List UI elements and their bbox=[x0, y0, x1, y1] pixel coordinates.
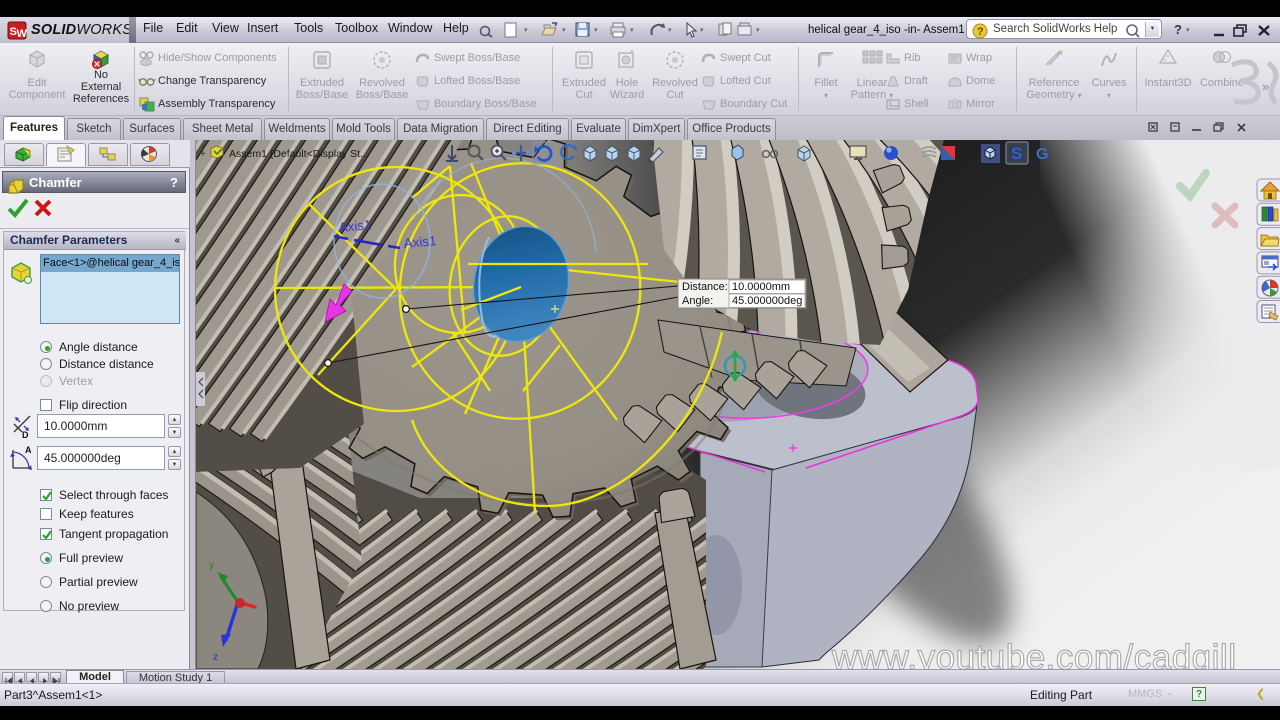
svg-text:+: + bbox=[200, 149, 206, 160]
svg-text:Axis1: Axis1 bbox=[403, 233, 437, 251]
svg-text:D: D bbox=[22, 430, 29, 440]
svg-text:45.000000deg: 45.000000deg bbox=[732, 295, 802, 307]
svg-text:10.0000mm: 10.0000mm bbox=[732, 281, 790, 293]
svg-text:S: S bbox=[1011, 144, 1022, 163]
svg-text:A: A bbox=[25, 445, 32, 455]
svg-text:z: z bbox=[213, 652, 218, 663]
svg-text:Distance:: Distance: bbox=[682, 281, 728, 293]
svg-text:y: y bbox=[209, 560, 214, 571]
svg-text:Assem1 (Default<Display St...: Assem1 (Default<Display St... bbox=[229, 148, 369, 160]
svg-text:Axis1: Axis1 bbox=[338, 217, 372, 235]
svg-text:Angle:: Angle: bbox=[682, 295, 713, 307]
svg-text:G: G bbox=[1036, 146, 1048, 163]
